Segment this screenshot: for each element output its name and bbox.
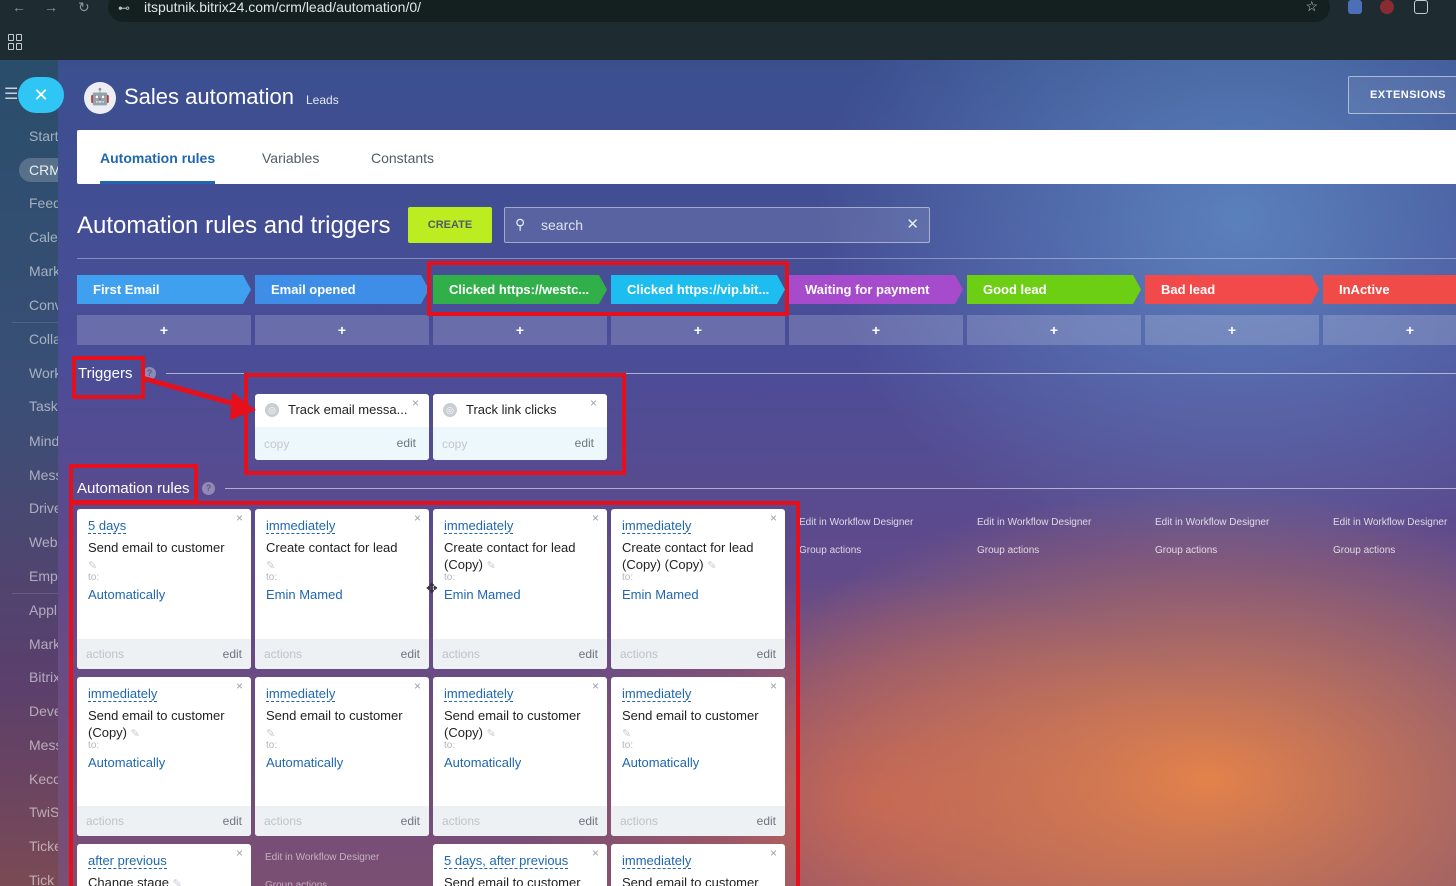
apps-grid-icon[interactable] <box>8 34 24 50</box>
add-rule-button[interactable]: + <box>789 315 963 345</box>
active-tab-indicator <box>100 181 215 184</box>
sidebar-divider <box>12 322 60 323</box>
sidebar-item[interactable]: Web <box>29 534 58 550</box>
extension-icon[interactable] <box>1380 0 1394 14</box>
add-rule-button[interactable]: + <box>77 315 251 345</box>
group-actions-link[interactable]: Group actions <box>1155 545 1217 556</box>
search-box: ⚲ ✕ <box>504 207 930 243</box>
add-rule-button[interactable]: + <box>611 315 785 345</box>
divider <box>225 488 1456 489</box>
add-rule-button[interactable]: + <box>967 315 1141 345</box>
sidebar-item[interactable]: Ticke <box>29 838 62 854</box>
menu-icon[interactable]: ☰ <box>4 84 18 104</box>
sidebar-item[interactable]: Cale <box>29 229 58 245</box>
sidebar-item[interactable]: Task <box>29 398 58 414</box>
sidebar-item[interactable]: Drive <box>29 500 62 516</box>
sidebar-item[interactable]: Mind <box>29 433 59 449</box>
extensions-button[interactable]: EXTENSIONS <box>1348 76 1456 114</box>
create-button[interactable]: CREATE <box>408 207 492 243</box>
highlight-box <box>427 261 789 316</box>
stage-header[interactable]: Bad lead <box>1145 275 1319 304</box>
sidebar-item[interactable]: Deve <box>29 703 62 719</box>
automation-panel: 🤖 Sales automation Leads EXTENSIONS Auto… <box>58 60 1456 886</box>
extension-icon[interactable] <box>1348 0 1362 14</box>
highlight-box <box>72 356 145 399</box>
add-rule-button[interactable]: + <box>433 315 607 345</box>
add-rule-button[interactable]: + <box>1323 315 1456 345</box>
sidebar-divider <box>12 593 60 594</box>
sidebar-item[interactable]: Bitrix <box>29 669 60 685</box>
page-subtitle: Leads <box>306 93 339 107</box>
highlight-box <box>69 464 198 504</box>
edit-in-workflow-designer-link[interactable]: Edit in Workflow Designer <box>1155 517 1269 528</box>
tab-bar: Automation rules Variables Constants <box>77 130 1456 184</box>
address-url[interactable]: itsputnik.bitrix24.com/crm/lead/automati… <box>144 0 421 15</box>
tab-variables[interactable]: Variables <box>262 150 319 166</box>
sidebar-item[interactable]: Work <box>29 365 61 381</box>
highlight-box <box>69 501 800 886</box>
forward-icon[interactable]: → <box>44 0 58 14</box>
reload-icon[interactable]: ↻ <box>78 0 90 14</box>
edit-in-workflow-designer-link[interactable]: Edit in Workflow Designer <box>799 517 913 528</box>
stage-header[interactable]: Good lead <box>967 275 1141 304</box>
sidebar-item[interactable]: Mark <box>29 636 60 652</box>
address-bar[interactable]: ⊷ itsputnik.bitrix24.com/crm/lead/automa… <box>108 0 1330 22</box>
sidebar-item[interactable]: Keco <box>29 771 61 787</box>
sidebar-item[interactable]: Emp <box>29 568 58 584</box>
stage-header[interactable]: Email opened <box>255 275 429 304</box>
back-icon[interactable]: ← <box>12 0 26 14</box>
site-info-icon[interactable]: ⊷ <box>118 1 130 15</box>
sidebar-item[interactable]: Colla <box>29 331 61 347</box>
add-rule-button[interactable]: + <box>255 315 429 345</box>
group-actions-link[interactable]: Group actions <box>799 545 861 556</box>
browser-chrome: ← → ↻ ⊷ itsputnik.bitrix24.com/crm/lead/… <box>0 0 1456 60</box>
edit-in-workflow-designer-link[interactable]: Edit in Workflow Designer <box>1333 517 1447 528</box>
group-actions-link[interactable]: Group actions <box>1333 545 1395 556</box>
move-cursor-icon: ✥ <box>426 580 438 596</box>
add-rule-button[interactable]: + <box>1145 315 1319 345</box>
edit-in-workflow-designer-link[interactable]: Edit in Workflow Designer <box>977 517 1091 528</box>
robot-icon: 🤖 <box>84 82 116 114</box>
sidebar-item[interactable]: Mark <box>29 263 60 279</box>
sidebar-item[interactable]: TwiS <box>29 804 59 820</box>
extensions-puzzle-icon[interactable] <box>1414 0 1428 14</box>
sidebar-item[interactable]: Feed <box>29 195 61 211</box>
arrow-annotation <box>141 375 256 420</box>
clear-search-icon[interactable]: ✕ <box>906 215 919 233</box>
sidebar-item[interactable]: Start <box>29 128 59 144</box>
search-icon: ⚲ <box>515 216 526 232</box>
help-icon[interactable]: ? <box>202 482 215 495</box>
highlight-box <box>244 373 626 475</box>
section-title: Automation rules and triggers <box>77 212 391 239</box>
search-input[interactable] <box>541 208 901 242</box>
stage-header[interactable]: InActive <box>1323 275 1456 304</box>
tab-constants[interactable]: Constants <box>371 150 434 166</box>
browser-toolbar: ← → ↻ ⊷ itsputnik.bitrix24.com/crm/lead/… <box>0 0 1456 22</box>
sidebar-item[interactable]: Appl <box>29 602 57 618</box>
bookmark-star-icon[interactable]: ☆ <box>1305 0 1318 15</box>
page-title: Sales automation <box>124 84 294 109</box>
divider <box>77 258 1456 259</box>
left-sidebar: ☰ Start CRM Feed Cale Mark Conv Colla Wo… <box>0 60 71 886</box>
stage-header[interactable]: Waiting for payment <box>789 275 963 304</box>
sidebar-item[interactable]: Tick <box>29 872 54 886</box>
group-actions-link[interactable]: Group actions <box>977 545 1039 556</box>
sidebar-item[interactable]: Conv <box>29 297 62 313</box>
stage-header[interactable]: First Email <box>77 275 251 304</box>
tab-automation-rules[interactable]: Automation rules <box>100 150 215 166</box>
close-slider-button[interactable]: ✕ <box>18 77 64 113</box>
